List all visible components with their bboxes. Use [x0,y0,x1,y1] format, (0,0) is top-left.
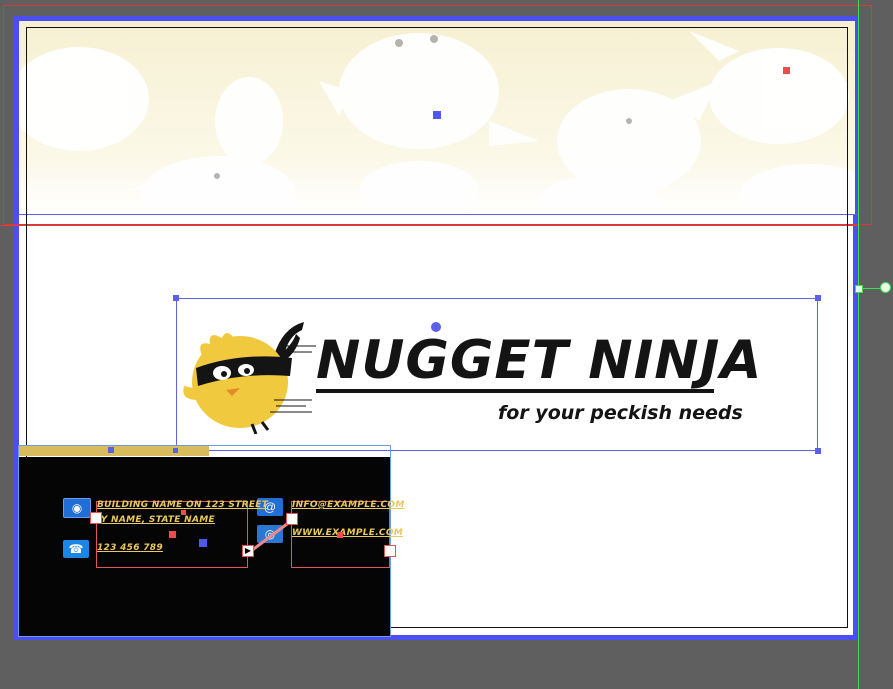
address-frame-center[interactable] [169,531,176,538]
selection-handle-top-right[interactable] [815,295,821,301]
in-port-contact[interactable] [286,513,298,525]
location-pin-icon: ◉ [63,498,91,518]
in-port-address[interactable] [90,512,102,524]
header-anchor-point[interactable] [783,67,790,74]
smart-guide-endpoint[interactable] [880,282,891,293]
address-frame-reference-point[interactable] [181,510,186,515]
logo-tagline: for your peckish needs [498,402,743,424]
out-port-contact[interactable] [384,545,396,557]
contact-frame-center[interactable] [337,532,343,538]
card-handle-top-right[interactable] [173,448,178,453]
ninja-chick-mascot [183,322,316,434]
address-line-1: BUILDING NAME ON 123 STREET [97,500,269,510]
address-line-2: COUNTRY NAME, STATE NAME [97,515,215,525]
email-address: INFO@EXAMPLE.COM [292,500,405,510]
logo-underline [316,389,714,393]
card-handle-top-mid[interactable] [108,447,114,453]
phone-number: 123 456 789 [97,543,163,553]
out-port-address[interactable]: ▶ [242,545,254,557]
header-center-handle[interactable] [433,111,441,119]
website-url: WWW.EXAMPLE.COM [292,528,404,538]
selection-handle-top-left[interactable] [173,295,179,301]
smart-guide-vertical [858,0,859,689]
address-line-2-clip: COUNTRY NAME, STATE NAME [97,515,247,529]
card-center-handle[interactable] [199,539,207,547]
phone-icon: ☎ [63,540,89,558]
selection-handle-bottom-right[interactable] [815,448,821,454]
smart-guide-anchor[interactable] [855,285,863,293]
logo-title: NUGGET NINJA [316,330,763,391]
